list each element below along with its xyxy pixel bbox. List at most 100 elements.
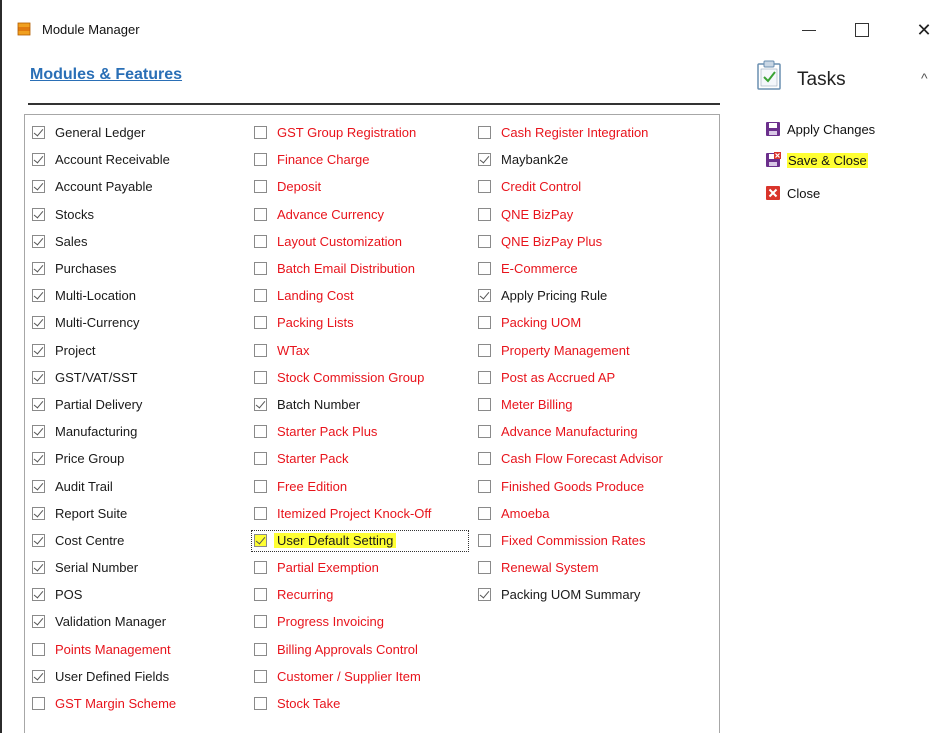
module-checkbox[interactable]	[254, 343, 267, 357]
module-item-partial-exemption[interactable]: Partial Exemption	[254, 554, 476, 581]
module-item-sales[interactable]: Sales	[32, 228, 252, 255]
module-item-qne-bizpay-plus[interactable]: QNE BizPay Plus	[478, 228, 708, 255]
module-checkbox[interactable]	[254, 126, 267, 140]
module-checkbox[interactable]	[478, 126, 491, 140]
module-checkbox[interactable]	[478, 506, 491, 520]
section-title[interactable]: Modules & Features	[30, 66, 182, 84]
module-item-cost-centre[interactable]: Cost Centre	[32, 527, 252, 554]
module-item-post-as-accrued-ap[interactable]: Post as Accrued AP	[478, 364, 708, 391]
module-checkbox[interactable]	[254, 370, 267, 384]
module-checkbox[interactable]	[478, 207, 491, 221]
module-item-finance-charge[interactable]: Finance Charge	[254, 146, 476, 173]
module-item-maybank2e[interactable]: Maybank2e	[478, 146, 708, 173]
module-item-advance-manufacturing[interactable]: Advance Manufacturing	[478, 418, 708, 445]
module-item-points-management[interactable]: Points Management	[32, 636, 252, 663]
module-checkbox[interactable]	[254, 479, 267, 493]
module-checkbox[interactable]	[254, 207, 267, 221]
module-checkbox[interactable]	[32, 262, 45, 276]
module-item-packing-uom-summary[interactable]: Packing UOM Summary	[478, 581, 708, 608]
collapse-caret-icon[interactable]: ^	[921, 70, 928, 86]
module-checkbox[interactable]	[254, 588, 267, 602]
module-item-wtax[interactable]: WTax	[254, 337, 476, 364]
module-checkbox[interactable]	[32, 425, 45, 439]
module-item-multi-currency[interactable]: Multi-Currency	[32, 309, 252, 336]
module-item-gst-vat-sst[interactable]: GST/VAT/SST	[32, 364, 252, 391]
module-checkbox[interactable]	[32, 153, 45, 167]
module-item-qne-bizpay[interactable]: QNE BizPay	[478, 201, 708, 228]
module-item-stock-take[interactable]: Stock Take	[254, 690, 476, 717]
modules-checklist[interactable]: General Ledger Account Receivable Account …	[24, 114, 720, 733]
module-checkbox[interactable]	[478, 370, 491, 384]
module-item-progress-invoicing[interactable]: Progress Invoicing	[254, 608, 476, 635]
module-checkbox[interactable]	[478, 180, 491, 194]
module-checkbox[interactable]	[32, 126, 45, 140]
module-item-stocks[interactable]: Stocks	[32, 201, 252, 228]
module-checkbox[interactable]	[478, 452, 491, 466]
module-checkbox[interactable]	[478, 153, 491, 167]
module-item-batch-email-distribution[interactable]: Batch Email Distribution	[254, 255, 476, 282]
close-link[interactable]: Close	[765, 182, 820, 204]
module-checkbox[interactable]	[478, 316, 491, 330]
module-checkbox[interactable]	[254, 262, 267, 276]
module-item-manufacturing[interactable]: Manufacturing	[32, 418, 252, 445]
module-item-multi-location[interactable]: Multi-Location	[32, 282, 252, 309]
module-checkbox[interactable]	[32, 479, 45, 493]
module-item-account-payable[interactable]: Account Payable	[32, 173, 252, 200]
module-checkbox[interactable]	[32, 316, 45, 330]
module-checkbox[interactable]	[32, 642, 45, 656]
module-item-advance-currency[interactable]: Advance Currency	[254, 201, 476, 228]
module-checkbox[interactable]	[32, 289, 45, 303]
module-checkbox[interactable]	[478, 289, 491, 303]
module-checkbox[interactable]	[254, 180, 267, 194]
module-item-stock-commission-group[interactable]: Stock Commission Group	[254, 364, 476, 391]
save-close-link[interactable]: Save & Close	[765, 149, 868, 171]
module-checkbox[interactable]	[254, 234, 267, 248]
module-item-renewal-system[interactable]: Renewal System	[478, 554, 708, 581]
module-item-property-management[interactable]: Property Management	[478, 337, 708, 364]
module-checkbox[interactable]	[254, 642, 267, 656]
module-checkbox[interactable]	[478, 561, 491, 575]
module-item-customer-supplier-item[interactable]: Customer / Supplier Item	[254, 663, 476, 690]
module-checkbox[interactable]	[254, 425, 267, 439]
module-checkbox[interactable]	[32, 561, 45, 575]
module-checkbox[interactable]	[254, 615, 267, 629]
module-item-general-ledger[interactable]: General Ledger	[32, 119, 252, 146]
module-checkbox[interactable]	[478, 234, 491, 248]
module-item-amoeba[interactable]: Amoeba	[478, 500, 708, 527]
module-checkbox[interactable]	[478, 533, 491, 547]
module-item-partial-delivery[interactable]: Partial Delivery	[32, 391, 252, 418]
module-checkbox[interactable]	[32, 452, 45, 466]
module-item-packing-lists[interactable]: Packing Lists	[254, 309, 476, 336]
module-item-gst-margin-scheme[interactable]: GST Margin Scheme	[32, 690, 252, 717]
module-item-validation-manager[interactable]: Validation Manager	[32, 608, 252, 635]
module-item-finished-goods-produce[interactable]: Finished Goods Produce	[478, 472, 708, 499]
module-checkbox[interactable]	[32, 615, 45, 629]
module-item-gst-group-registration[interactable]: GST Group Registration	[254, 119, 476, 146]
module-checkbox[interactable]	[32, 669, 45, 683]
module-item-credit-control[interactable]: Credit Control	[478, 173, 708, 200]
module-checkbox[interactable]	[32, 506, 45, 520]
module-checkbox[interactable]	[478, 262, 491, 276]
module-item-pos[interactable]: POS	[32, 581, 252, 608]
module-item-apply-pricing-rule[interactable]: Apply Pricing Rule	[478, 282, 708, 309]
module-checkbox[interactable]	[32, 180, 45, 194]
module-checkbox[interactable]	[254, 153, 267, 167]
module-checkbox[interactable]	[254, 561, 267, 575]
module-checkbox[interactable]	[32, 533, 45, 547]
module-checkbox[interactable]	[32, 207, 45, 221]
module-item-audit-trail[interactable]: Audit Trail	[32, 472, 252, 499]
module-item-meter-billing[interactable]: Meter Billing	[478, 391, 708, 418]
module-item-billing-approvals-control[interactable]: Billing Approvals Control	[254, 636, 476, 663]
module-item-deposit[interactable]: Deposit	[254, 173, 476, 200]
title-bar[interactable]: Module Manager ✕	[2, 0, 941, 58]
close-window-button[interactable]: ✕	[904, 14, 941, 46]
module-item-e-commerce[interactable]: E-Commerce	[478, 255, 708, 282]
module-checkbox[interactable]	[254, 506, 267, 520]
module-checkbox[interactable]	[32, 343, 45, 357]
module-item-packing-uom[interactable]: Packing UOM	[478, 309, 708, 336]
module-checkbox[interactable]	[254, 533, 267, 547]
module-checkbox[interactable]	[478, 397, 491, 411]
module-item-cash-register-integration[interactable]: Cash Register Integration	[478, 119, 708, 146]
module-checkbox[interactable]	[478, 343, 491, 357]
minimize-button[interactable]	[789, 14, 829, 46]
